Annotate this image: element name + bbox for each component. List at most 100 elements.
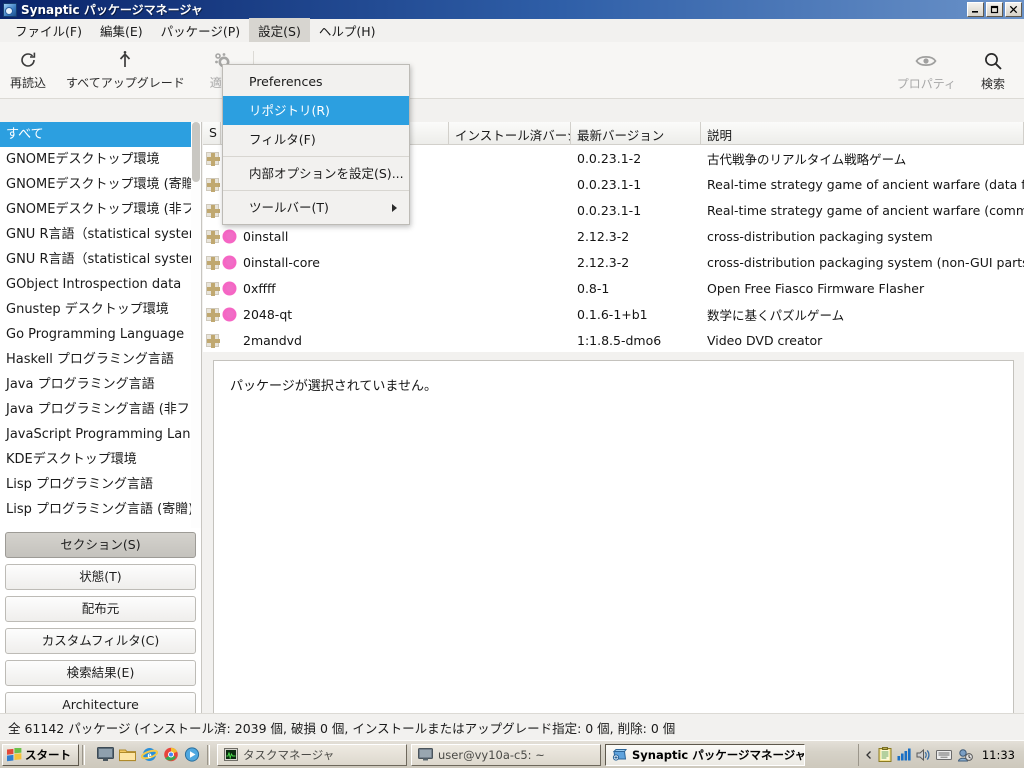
minimize-button[interactable] [967,2,984,17]
taskbar-item-terminal[interactable]: user@vy10a-c5: ~ [411,743,601,766]
table-row[interactable]: 2mandvd 1:1.8.5-dmo6 Video DVD creator [203,327,1024,353]
terminal-icon [418,748,433,761]
properties-button[interactable]: プロパティ [887,44,966,98]
network-bars-icon[interactable] [897,748,911,761]
table-row[interactable]: 0install-core 2.12.3-2 cross-distributio… [203,249,1024,275]
start-button[interactable]: スタート [2,743,79,766]
toolbar-right-group: プロパティ 検索 [887,42,1020,99]
filter-button-sections[interactable]: セクション(S) [5,532,196,558]
sidebar-item-gnome-contrib[interactable]: GNOMEデスクトップ環境 (寄贈) [0,172,201,197]
sidebar-item-all[interactable]: すべて [0,122,201,147]
taskbar-item-label: タスクマネージャ [243,747,335,762]
menu-package[interactable]: パッケージ(P) [152,18,250,43]
table-row[interactable]: 0install 2.12.3-2 cross-distribution pac… [203,223,1024,249]
flower-icon [224,230,235,242]
chrome-icon[interactable] [163,747,179,762]
chevron-right-icon [392,203,397,212]
media-player-icon[interactable] [184,747,200,762]
sidebar-item-go[interactable]: Go Programming Language [0,322,201,347]
menu-separator [223,156,409,157]
security-icon[interactable] [957,748,973,762]
menu-help[interactable]: ヘルプ(H) [310,18,385,43]
package-icon [206,203,220,218]
sidebar-item-gnu-r[interactable]: GNU R言語（statistical system） [0,222,201,247]
filter-button-search-results[interactable]: 検索結果(E) [5,660,196,686]
flower-icon [224,256,235,268]
package-name-label: 0install [243,228,289,244]
filter-button-custom-filters[interactable]: カスタムフィルタ(C) [5,628,196,654]
table-row[interactable]: 2048-qt 0.1.6-1+b1 数学に基くパズルゲーム [203,301,1024,327]
column-header-latest[interactable]: 最新バージョン [571,122,701,144]
show-desktop-icon[interactable] [97,747,114,762]
menu-item-internal-options[interactable]: 内部オプションを設定(S)... [223,159,409,188]
system-tray: 11:33 [857,743,1021,766]
clock[interactable]: 11:33 [982,748,1015,762]
menu-file[interactable]: ファイル(F) [6,18,91,43]
taskmanager-icon [224,748,238,761]
svg-text:e: e [148,750,152,760]
row-status-icon [203,255,221,270]
row-status-icon [203,151,221,166]
package-name-label: 2mandvd [243,332,302,348]
folder-icon[interactable] [119,747,136,762]
package-detail-pane: パッケージが選択されていません。 [213,360,1014,768]
filter-buttons: セクション(S) 状態(T) 配布元 カスタムフィルタ(C) 検索結果(E) A… [0,528,201,724]
sidebar-item-java-nonfree[interactable]: Java プログラミング言語 (非フリー) [0,397,201,422]
maximize-button[interactable] [986,2,1003,17]
sidebar-item-kde[interactable]: KDEデスクトップ環境 [0,447,201,472]
keyboard-icon[interactable] [935,749,952,761]
search-button[interactable]: 検索 [966,44,1020,98]
sidebar-item-lisp[interactable]: Lisp プログラミング言語 [0,472,201,497]
close-button[interactable] [1005,2,1022,17]
application-window: ファイル(F) 編集(E) パッケージ(P) 設定(S) ヘルプ(H) 再読込 [0,17,1024,768]
column-header-description[interactable]: 説明 [701,122,1024,144]
row-status-icon [203,307,221,322]
sidebar-item-lisp-contrib[interactable]: Lisp プログラミング言語 (寄贈) [0,497,201,522]
filter-button-origin[interactable]: 配布元 [5,596,196,622]
package-icon [206,229,220,244]
column-header-installed[interactable]: インストール済バージョ [449,122,571,144]
taskbar-item-taskmanager[interactable]: タスクマネージャ [217,743,407,766]
menu-item-toolbar-label: ツールバー(T) [249,200,329,215]
internet-explorer-icon[interactable]: e [141,747,158,762]
filter-button-status[interactable]: 状態(T) [5,564,196,590]
sidebar-item-haskell[interactable]: Haskell プログラミング言語 [0,347,201,372]
sidebar-item-gnome[interactable]: GNOMEデスクトップ環境 [0,147,201,172]
sidebar-item-gnu-r-nonfree[interactable]: GNU R言語（statistical system）（非 [0,247,201,272]
reload-button[interactable]: 再読込 [0,43,56,97]
sidebar-item-gobject[interactable]: GObject Introspection data [0,272,201,297]
column-header-status[interactable]: S [203,122,221,144]
sidebar-item-gnome-nonfree[interactable]: GNOMEデスクトップ環境 (非フリー [0,197,201,222]
menu-edit[interactable]: 編集(E) [91,18,152,43]
row-description: cross-distribution packaging system [707,228,933,244]
sidebar-scrollbar-thumb[interactable] [192,122,200,182]
row-status-icon [203,281,221,296]
search-icon [983,50,1003,72]
row-status-icon [203,333,221,348]
taskbar-item-synaptic[interactable]: Synaptic パッケージマネージャ [605,743,805,766]
upgrade-all-button[interactable]: すべてアップグレード [56,43,195,97]
row-description: cross-distribution packaging system (non… [707,254,1024,270]
sidebar-item-gnustep[interactable]: Gnustep デスクトップ環境 [0,297,201,322]
package-icon [206,281,220,296]
menu-item-preferences[interactable]: Preferences [223,67,409,96]
sidebar: すべて GNOMEデスクトップ環境 GNOMEデスクトップ環境 (寄贈) GNO… [0,122,202,727]
clipboard-icon[interactable] [878,747,892,762]
menu-item-toolbar[interactable]: ツールバー(T) [223,193,409,222]
package-icon [206,177,220,192]
sidebar-item-javascript[interactable]: JavaScript Programming Language [0,422,201,447]
menu-item-filters[interactable]: フィルタ(F) [223,125,409,154]
taskbar-divider [207,744,210,765]
table-row[interactable]: 0xffff 0.8-1 Open Free Fiasco Firmware F… [203,275,1024,301]
row-package-name: 0install-core [221,255,449,270]
sidebar-item-java[interactable]: Java プログラミング言語 [0,372,201,397]
sidebar-scrollbar[interactable] [191,122,201,528]
volume-icon[interactable] [916,748,931,762]
section-list[interactable]: すべて GNOMEデスクトップ環境 GNOMEデスクトップ環境 (寄贈) GNO… [0,122,201,528]
menu-item-repositories[interactable]: リポジトリ(R) [223,96,409,125]
tray-arrow-icon[interactable] [865,750,873,760]
synaptic-icon [3,2,17,17]
row-description: Real-time strategy game of ancient warfa… [707,202,1024,218]
flower-icon [224,282,235,294]
menu-settings[interactable]: 設定(S) [249,17,310,43]
